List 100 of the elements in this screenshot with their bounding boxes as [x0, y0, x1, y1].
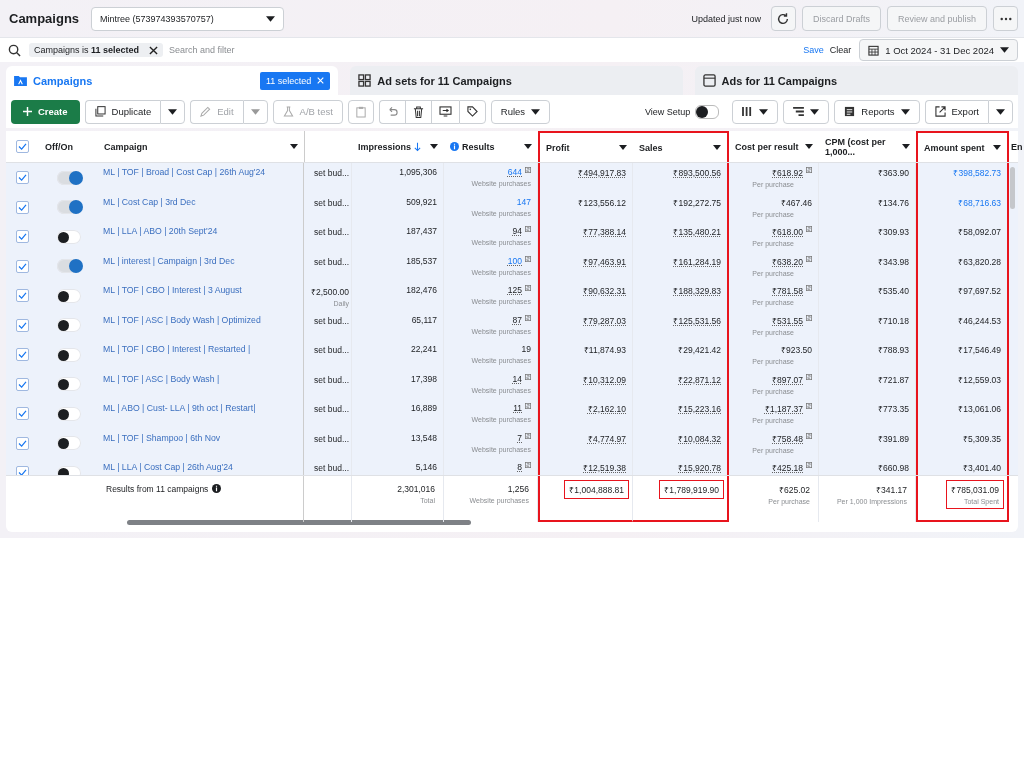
report-icon — [844, 106, 856, 117]
table-cell: 13,548 — [411, 431, 437, 443]
on-off-toggle[interactable] — [56, 200, 81, 215]
amount-link[interactable]: ₹68,716.63 — [958, 195, 1001, 208]
table-cell-text: ₹10,312.09 — [583, 373, 626, 385]
tag-button[interactable] — [458, 99, 486, 124]
on-off-toggle[interactable] — [56, 288, 81, 303]
table-cell-text: ₹893,500.56 — [673, 167, 721, 178]
campaign-link[interactable]: ML | TOF | CBO | Interest | 3 August — [103, 285, 242, 295]
close-icon — [317, 77, 325, 84]
refresh-button[interactable] — [770, 6, 796, 31]
export-button[interactable]: Export — [924, 99, 988, 124]
row-checkbox[interactable] — [16, 289, 29, 303]
row-checkbox[interactable] — [16, 377, 29, 391]
table-cell-text: ₹15,920.78 — [678, 462, 721, 473]
column-header-button[interactable]: Cost per result — [735, 141, 799, 152]
campaign-link[interactable]: ML | LLA | ABO | 20th Sept'24 — [103, 226, 218, 236]
table-cell-text: ₹618.92 — [772, 167, 803, 178]
row-checkbox[interactable] — [16, 407, 29, 421]
on-off-toggle[interactable] — [56, 259, 81, 274]
on-off-toggle[interactable] — [56, 406, 81, 421]
filter-chip[interactable]: Campaigns is 11 selected — [29, 43, 164, 57]
row-checkbox[interactable] — [16, 200, 29, 214]
delete-button[interactable] — [404, 99, 431, 124]
selection-badge[interactable]: 11 selected — [259, 71, 331, 90]
column-header-button[interactable]: Amount spent — [924, 142, 985, 153]
campaign-link[interactable]: ML | LLA | Cost Cap | 26th Aug'24 — [103, 462, 233, 472]
table-cell-text: ₹58,092.07 — [958, 226, 1001, 237]
column-header-button[interactable]: Sales — [639, 142, 663, 153]
table-cell-text: ₹125,531.56 — [673, 314, 721, 326]
table-cell-text: ₹494,917.83 — [578, 167, 626, 178]
clipboard-button[interactable] — [347, 99, 374, 124]
column-header-button[interactable]: Profit — [546, 142, 570, 153]
budget-value: set bud... — [314, 344, 349, 355]
table-cell: 5,146 — [415, 461, 437, 472]
column-header-button[interactable]: Results — [462, 141, 495, 152]
amount-link[interactable]: ₹398,582.73 — [953, 166, 1001, 178]
on-off-toggle[interactable] — [56, 170, 81, 185]
column-header-button[interactable]: Campaign — [104, 141, 148, 152]
column-header-button[interactable]: CPM (cost per 1,000... — [825, 136, 896, 157]
campaign-link[interactable]: ML | TOF | CBO | Interest | Restarted | — [103, 344, 251, 354]
row-checkbox[interactable] — [16, 436, 29, 450]
account-dropdown[interactable]: Mintree (573974393570757) — [91, 6, 285, 31]
table-cell-text: ₹4,774.97 — [587, 432, 626, 444]
duplicate-button[interactable]: Duplicate — [84, 99, 161, 124]
campaign-link[interactable]: ML | interest | Campaign | 3rd Dec — [103, 255, 235, 266]
campaign-link[interactable]: ML | TOF | ASC | Body Wash | Optimized — [103, 314, 261, 325]
results-link[interactable]: 644 — [507, 166, 522, 177]
table-cell-text: ₹758.48 — [772, 432, 803, 444]
tab[interactable]: Ad sets for 11 Campaigns — [350, 66, 683, 95]
grid-icon — [358, 74, 372, 87]
on-off-toggle[interactable] — [56, 436, 81, 451]
breakdown-button[interactable] — [783, 99, 830, 124]
campaign-link[interactable]: ML | ABO | Cust- LLA | 9th oct | Restart| — [103, 403, 256, 413]
clear-link[interactable]: Clear — [829, 45, 852, 55]
columns-button[interactable] — [732, 99, 779, 124]
tab[interactable]: Ads for 11 Campaigns — [694, 66, 1018, 95]
breakdown-icon — [793, 107, 805, 116]
save-link[interactable]: Save — [803, 45, 824, 55]
attribution-icon — [806, 226, 812, 232]
caret-icon — [900, 108, 910, 115]
rules-button[interactable]: Rules — [490, 99, 551, 124]
budget-value: set bud... — [314, 196, 349, 208]
campaign-link[interactable]: ML | TOF | ASC | Body Wash | — [103, 373, 220, 384]
campaign-link[interactable]: ML | TOF | Shampoo | 6th Nov — [103, 432, 221, 443]
more-icon — [999, 16, 1012, 21]
row-checkbox[interactable] — [16, 230, 29, 244]
dropdown-button[interactable] — [988, 99, 1013, 124]
preview-button[interactable] — [430, 99, 459, 124]
attribution-icon — [806, 462, 812, 468]
trash-icon — [412, 105, 424, 118]
copy-icon — [94, 106, 106, 117]
search-field[interactable]: Search and filter — [169, 45, 798, 55]
on-off-toggle[interactable] — [56, 465, 81, 475]
column-header-button[interactable]: Impressions — [358, 141, 412, 152]
row-checkbox[interactable] — [16, 318, 29, 332]
results-link[interactable]: 100 — [507, 254, 522, 266]
reports-button[interactable]: Reports — [834, 99, 920, 124]
row-checkbox[interactable] — [16, 259, 29, 273]
vertical-scrollbar[interactable] — [1010, 167, 1015, 209]
campaign-link[interactable]: ML | TOF | Broad | Cost Cap | 26th Aug'24 — [103, 167, 266, 177]
table-cell: 87 — [512, 313, 522, 325]
horizontal-scrollbar[interactable] — [127, 520, 471, 525]
create-button[interactable]: Create — [11, 99, 80, 124]
on-off-toggle[interactable] — [56, 377, 81, 392]
select-all-checkbox[interactable] — [16, 140, 29, 153]
row-checkbox[interactable] — [16, 171, 29, 185]
on-off-toggle[interactable] — [56, 229, 81, 244]
attribution-icon — [806, 167, 812, 173]
dropdown-button[interactable] — [160, 99, 186, 124]
view-setup-toggle[interactable] — [695, 104, 720, 119]
on-off-toggle[interactable] — [56, 347, 81, 362]
row-checkbox[interactable] — [16, 348, 29, 362]
tab[interactable]: Campaigns 11 selected — [6, 66, 339, 95]
on-off-toggle[interactable] — [56, 318, 81, 333]
date-range-button[interactable]: 1 Oct 2024 - 31 Dec 2024 — [859, 39, 1018, 61]
results-link[interactable]: 147 — [516, 195, 531, 207]
campaign-link[interactable]: ML | Cost Cap | 3rd Dec — [103, 196, 196, 207]
clipboard-icon — [355, 105, 366, 118]
table-cell: 8 — [517, 461, 522, 472]
